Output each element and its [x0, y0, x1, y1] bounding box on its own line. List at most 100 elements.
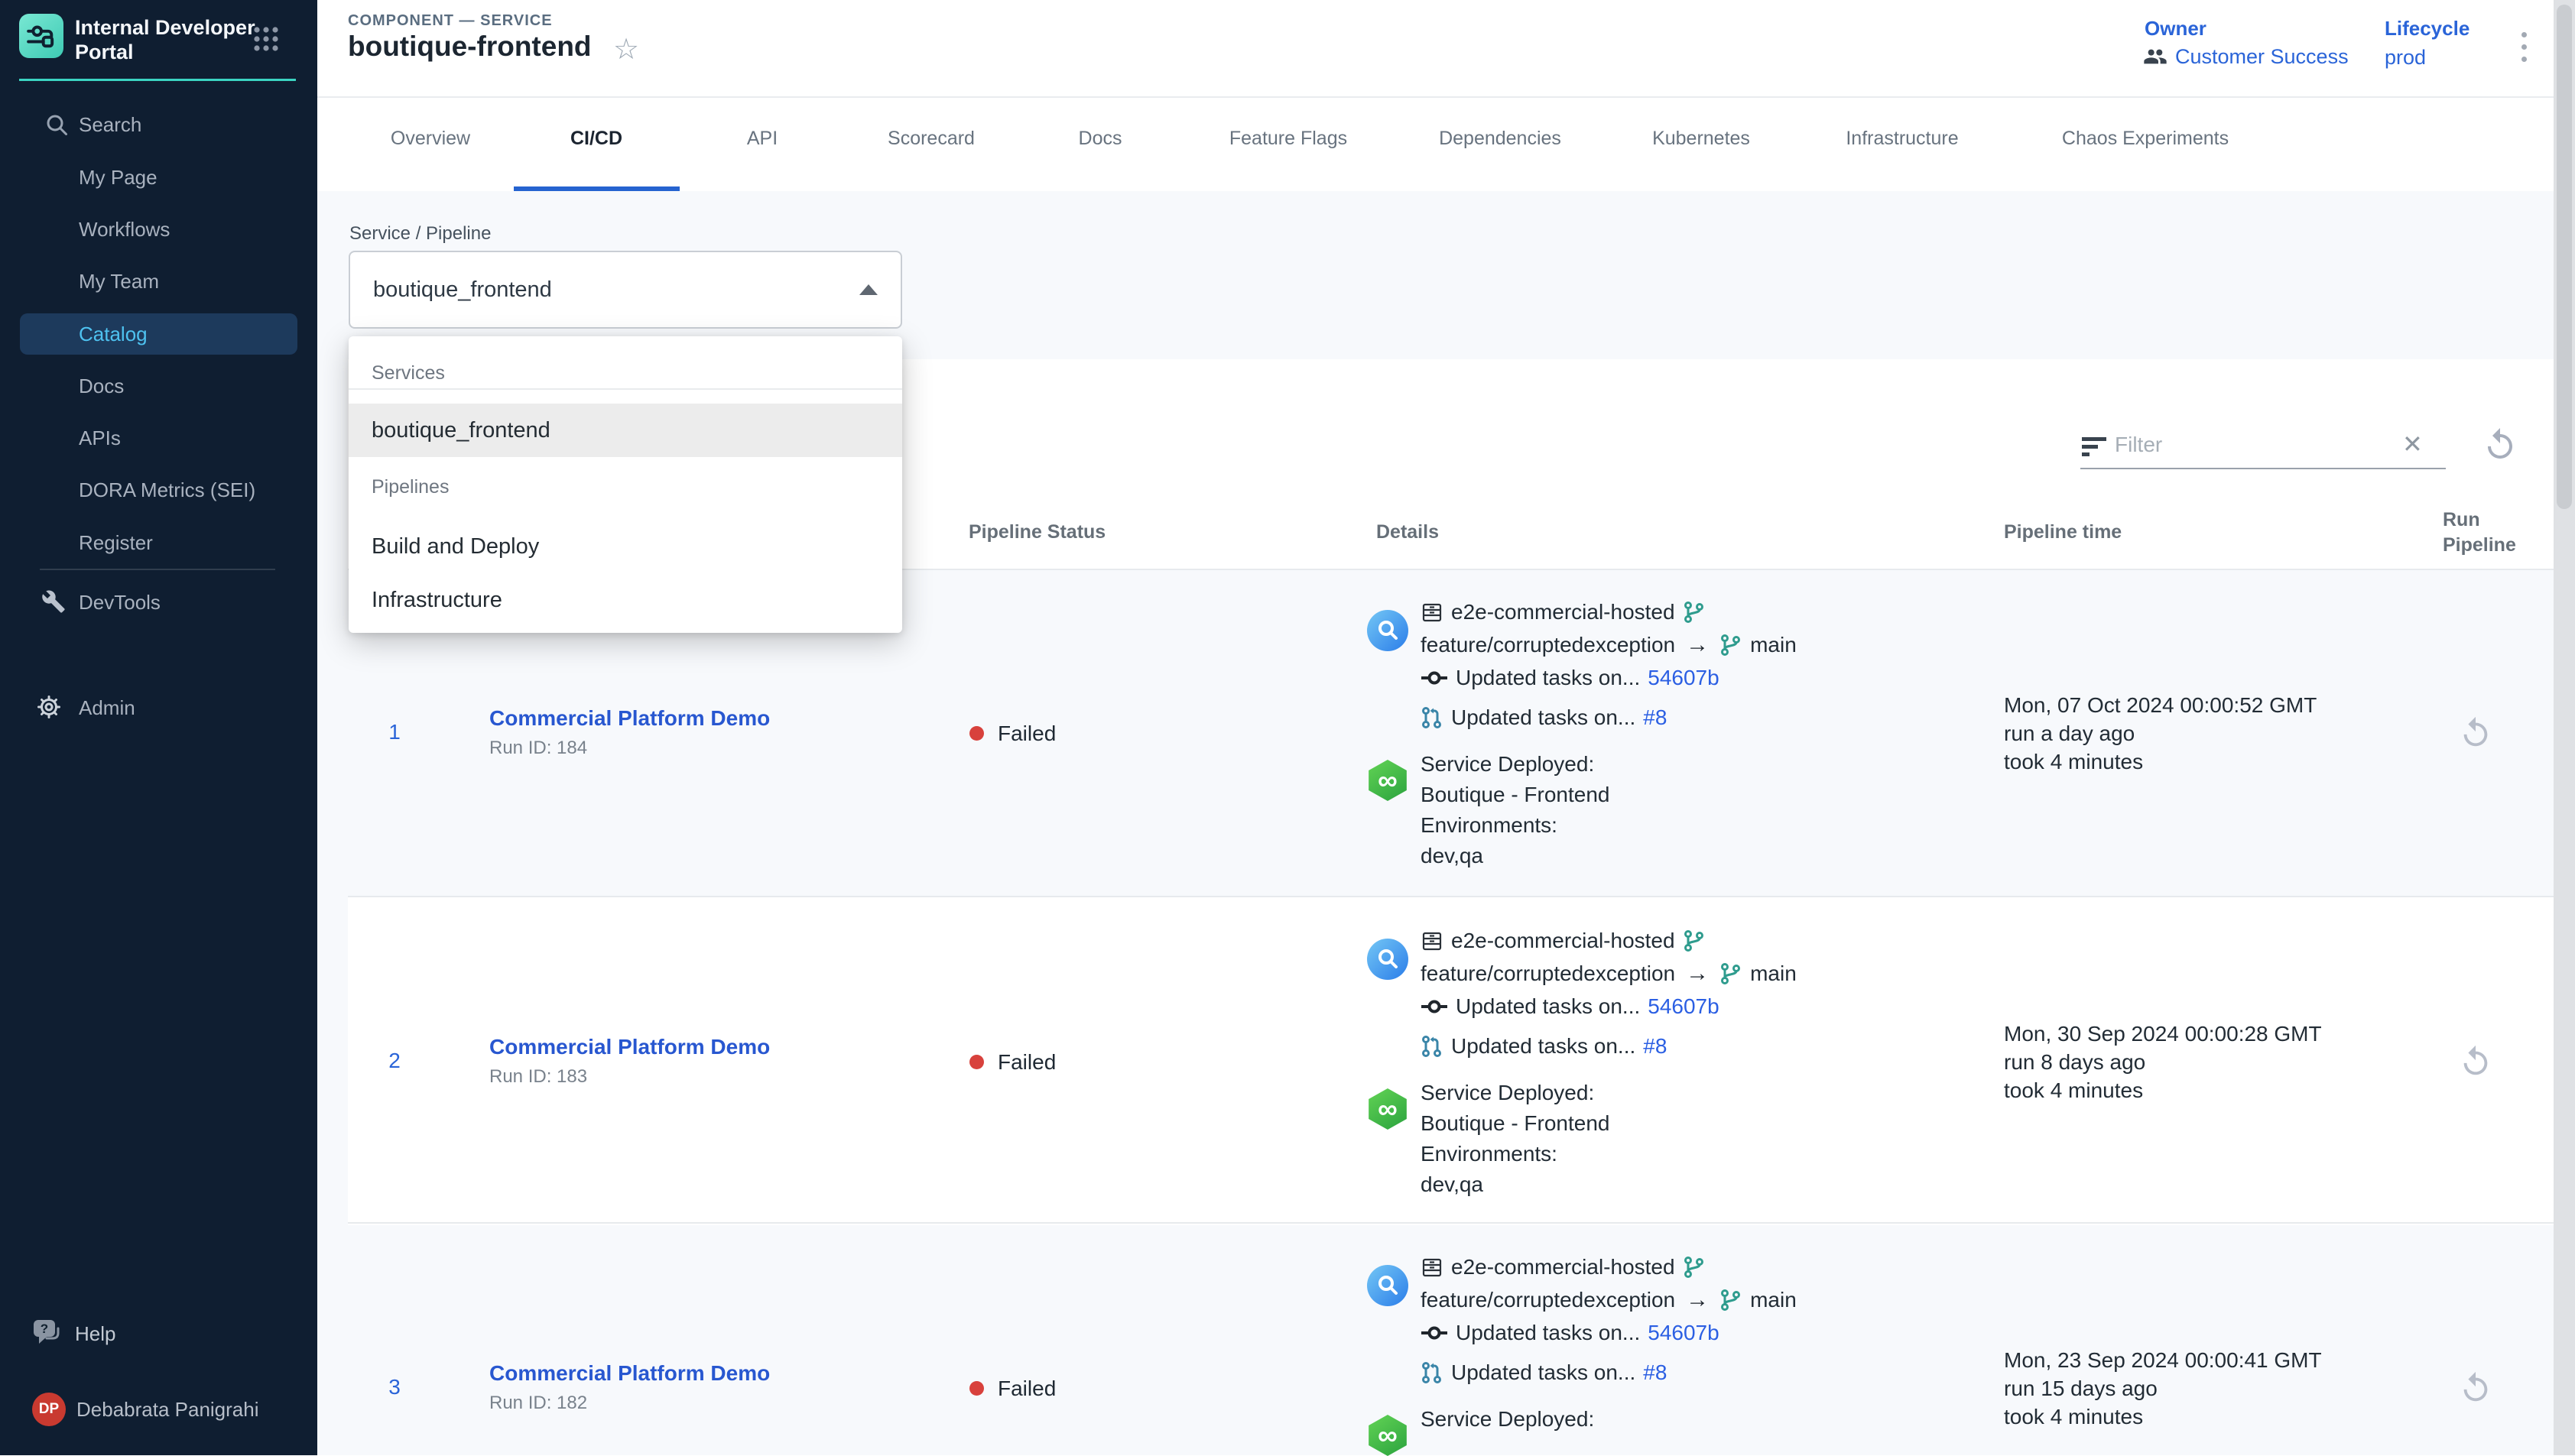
arrow-right-icon: →: [1683, 961, 1712, 987]
sidebar-item-search[interactable]: Search: [79, 111, 141, 138]
arrow-right-icon: →: [1683, 632, 1712, 658]
table-row: 3 Commercial Platform Demo Run ID: 182 F…: [348, 1225, 2554, 1455]
source-branch: feature/corruptedexception: [1421, 633, 1675, 657]
tab-api[interactable]: API: [747, 128, 778, 150]
column-header-pipeline-time: Pipeline time: [2004, 521, 2122, 543]
sidebar-item-workflows[interactable]: Workflows: [79, 216, 170, 243]
repo-name: e2e-commercial-hosted: [1451, 1255, 1675, 1279]
status-failed-dot: [969, 1055, 984, 1069]
repo-icon: [1421, 1256, 1443, 1279]
sidebar-item-my-page[interactable]: My Page: [79, 164, 157, 191]
cd-stage-icon: ∞: [1367, 1415, 1408, 1456]
tab-kubernetes[interactable]: Kubernetes: [1652, 128, 1750, 150]
sidebar-item-help[interactable]: Help: [75, 1320, 115, 1347]
dropdown-group-services: Services: [372, 362, 445, 384]
clear-filter-icon[interactable]: ✕: [2402, 430, 2423, 459]
row-index[interactable]: 3: [375, 1375, 414, 1399]
pipeline-name-link[interactable]: Commercial Platform Demo: [489, 1034, 770, 1060]
user-name[interactable]: Debabrata Panigrahi: [76, 1396, 259, 1423]
run-id: Run ID: 184: [489, 738, 587, 759]
sidebar-active-highlight: [20, 313, 297, 355]
git-branch-icon: [1719, 634, 1742, 657]
git-branch-icon: [1719, 1289, 1742, 1312]
run-pipeline-icon[interactable]: [2458, 1370, 2493, 1406]
run-pipeline-icon[interactable]: [2458, 1044, 2493, 1079]
row-index[interactable]: 2: [375, 1049, 414, 1073]
tab-infrastructure[interactable]: Infrastructure: [1846, 128, 1958, 150]
sidebar-item-my-team[interactable]: My Team: [79, 268, 159, 295]
service-pipeline-select[interactable]: boutique_frontend: [349, 251, 902, 329]
filter-icon: [2082, 437, 2106, 460]
filter-input[interactable]: [2115, 426, 2382, 463]
time-date: Mon, 07 Oct 2024 00:00:52 GMT: [2004, 691, 2317, 719]
dropdown-item-build-and-deploy[interactable]: Build and Deploy: [349, 520, 902, 573]
environments-value: dev,qa: [1421, 841, 1610, 871]
sidebar-item-devtools[interactable]: DevTools: [79, 589, 161, 616]
tab-docs[interactable]: Docs: [1079, 128, 1122, 150]
lifecycle-label[interactable]: Lifecycle: [2385, 17, 2469, 41]
run-id: Run ID: 183: [489, 1066, 587, 1088]
pr-number-link[interactable]: #8: [1643, 1034, 1667, 1059]
git-branch-icon: [1683, 601, 1706, 624]
commit-message: Updated tasks on...: [1456, 666, 1640, 690]
sidebar-item-dora-metrics[interactable]: DORA Metrics (SEI): [79, 476, 255, 504]
search-icon: [44, 112, 69, 137]
pr-number-link[interactable]: #8: [1643, 1360, 1667, 1385]
pr-number-link[interactable]: #8: [1643, 705, 1667, 730]
commit-hash-link[interactable]: 54607b: [1648, 994, 1719, 1019]
favorite-star-icon[interactable]: ☆: [613, 32, 639, 66]
target-branch: main: [1750, 633, 1797, 657]
time-date: Mon, 30 Sep 2024 00:00:28 GMT: [2004, 1020, 2322, 1048]
status-failed-dot: [969, 726, 984, 741]
commit-hash-link[interactable]: 54607b: [1648, 666, 1719, 690]
sidebar-item-apis[interactable]: APIs: [79, 424, 121, 452]
gear-icon: [34, 692, 64, 722]
arrow-right-icon: →: [1683, 1287, 1712, 1313]
status-failed-dot: [969, 1381, 984, 1396]
dropdown-item-boutique-frontend[interactable]: boutique_frontend: [349, 404, 902, 457]
tab-cicd[interactable]: CI/CD: [570, 128, 622, 150]
commit-message: Updated tasks on...: [1456, 1321, 1640, 1345]
deploy-title: Service Deployed:: [1421, 1078, 1610, 1108]
scrollbar-thumb[interactable]: [2557, 5, 2572, 509]
owner-label[interactable]: Owner: [2145, 17, 2206, 41]
dropdown-item-infrastructure[interactable]: Infrastructure: [349, 573, 902, 627]
deploy-title: Service Deployed:: [1421, 749, 1610, 780]
commit-hash-link[interactable]: 54607b: [1648, 1321, 1719, 1345]
tab-scorecard[interactable]: Scorecard: [888, 128, 975, 150]
filter-underline: [2080, 468, 2446, 469]
time-relative: run 8 days ago: [2004, 1048, 2322, 1076]
row-index[interactable]: 1: [375, 720, 414, 744]
sidebar-divider: [40, 569, 275, 570]
select-value: boutique_frontend: [373, 277, 552, 303]
app-grid-icon[interactable]: [252, 25, 280, 53]
column-header-run-pipeline: Run Pipeline: [2443, 507, 2542, 558]
pipeline-name-link[interactable]: Commercial Platform Demo: [489, 705, 770, 731]
tab-overview[interactable]: Overview: [391, 128, 470, 150]
pipeline-time: Mon, 23 Sep 2024 00:00:41 GMT run 15 day…: [2004, 1346, 2322, 1431]
tab-feature-flags[interactable]: Feature Flags: [1229, 128, 1347, 150]
tab-dependencies[interactable]: Dependencies: [1439, 128, 1561, 150]
table-row: 2 Commercial Platform Demo Run ID: 183 F…: [348, 899, 2554, 1224]
sidebar-item-docs[interactable]: Docs: [79, 372, 124, 400]
run-pipeline-icon[interactable]: [2458, 715, 2493, 751]
wrench-icon: [41, 589, 66, 614]
pipeline-name-link[interactable]: Commercial Platform Demo: [489, 1360, 770, 1386]
sidebar-item-admin[interactable]: Admin: [79, 694, 135, 722]
owner-value-link[interactable]: Customer Success: [2175, 45, 2349, 69]
dropdown-divider: [349, 388, 902, 390]
user-avatar[interactable]: DP: [32, 1393, 66, 1426]
column-header-details: Details: [1376, 521, 1439, 543]
time-duration: took 4 minutes: [2004, 1076, 2322, 1104]
dropdown-group-pipelines: Pipelines: [372, 476, 449, 498]
sidebar-item-register[interactable]: Register: [79, 529, 153, 556]
cd-stage-icon: ∞: [1367, 1088, 1408, 1130]
source-branch: feature/corruptedexception: [1421, 1288, 1675, 1312]
sidebar-item-catalog[interactable]: Catalog: [79, 320, 148, 348]
more-options-kebab-icon[interactable]: [2518, 29, 2530, 65]
tab-chaos-experiments[interactable]: Chaos Experiments: [2062, 128, 2229, 150]
service-pipeline-label: Service / Pipeline: [349, 223, 491, 245]
run-id: Run ID: 182: [489, 1393, 587, 1414]
service-pipeline-dropdown: Services boutique_frontend Pipelines Bui…: [349, 336, 902, 633]
refresh-icon[interactable]: [2482, 426, 2518, 463]
